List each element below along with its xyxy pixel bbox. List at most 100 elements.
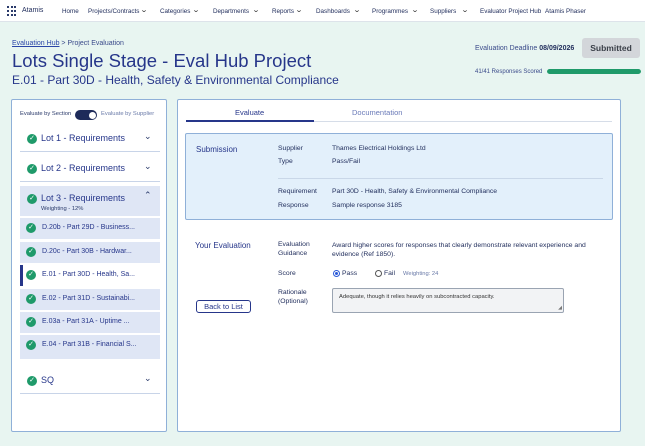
score-fail-radio[interactable] [375,270,382,277]
lot3-item[interactable]: ✓ D.20b - Part 29D - Business... [20,218,160,239]
chevron-down-icon[interactable]: ⌄ [144,131,152,142]
breadcrumb-current: Project Evaluation [67,40,124,47]
check-circle-icon: ✓ [26,317,36,327]
check-circle-icon: ✓ [27,376,37,386]
check-circle-icon: ✓ [26,247,36,257]
rationale-label-line2: (Optional) [278,298,308,305]
lot3-item-label: E.03a - Part 31A - Uptime ... [42,318,130,325]
page-subtitle: E.01 - Part 30D - Health, Safety & Envir… [12,73,339,87]
chevron-down-icon[interactable]: ⌄ [411,6,419,14]
lot3-item-label: D.20c - Part 30B - Hardwar... [42,248,132,255]
check-circle-icon: ✓ [27,164,37,174]
deadline-value: 08/09/2026 [539,45,575,52]
supplier-label: Supplier [278,145,303,152]
brand-name: Atamis [22,7,44,14]
tab-evaluate[interactable]: Evaluate [235,108,264,117]
toggle-label-section: Evaluate by Section [20,111,72,117]
submission-card: Submission Supplier Thames Electrical Ho… [185,133,613,220]
pass-label[interactable]: Pass [342,270,357,277]
breadcrumb: Evaluation Hub > Project Evaluation [12,40,124,47]
response-value: Sample response 3185 [332,202,402,209]
tab-documentation[interactable]: Documentation [352,108,402,117]
nav-categories[interactable]: Categories [160,8,190,15]
responses-scored: 41/41 Responses Scored [475,69,543,75]
nav-home[interactable]: Home [62,8,79,15]
lot3-item-label: D.20b - Part 29D - Business... [42,224,135,231]
nav-atamis-phaser[interactable]: Atamis Phaser [545,8,586,15]
chevron-down-icon[interactable]: ⌄ [192,6,200,14]
fail-label[interactable]: Fail [384,270,395,277]
lot3-item-label: E.01 - Part 30D - Health, Sa... [42,271,135,278]
sidebar-lot-sq[interactable]: ✓ SQ ⌄ [20,368,160,394]
toggle-knob [88,111,96,119]
guidance-label-line1: Evaluation [278,241,310,248]
breadcrumb-link-evaluation-hub[interactable]: Evaluation Hub [12,40,59,47]
lot3-item[interactable]: ✓ D.20c - Part 30B - Hardwar... [20,242,160,263]
requirement-value: Part 30D - Health, Safety & Environmenta… [332,188,498,195]
submission-divider [278,178,603,179]
check-circle-icon: ✓ [27,194,37,204]
lot-weighting: Weighting - 12% [41,206,84,212]
chevron-down-icon[interactable]: ⌄ [295,6,303,14]
lot3-item-active[interactable]: ✓ E.01 - Part 30D - Health, Sa... [20,265,160,286]
nav-dashboards[interactable]: Dashboards [316,8,350,15]
your-evaluation-title: Your Evaluation [195,241,251,250]
submission-title: Submission [196,145,238,154]
lot-label: Lot 2 - Requirements [41,163,126,173]
evaluate-mode-toggle[interactable] [75,110,97,120]
lot3-item[interactable]: ✓ E.04 - Part 31B - Financial S... [20,335,160,359]
check-circle-icon: ✓ [26,294,36,304]
type-label: Type [278,158,293,165]
lot3-item[interactable]: ✓ E.03a - Part 31A - Uptime ... [20,312,160,333]
chevron-down-icon[interactable]: ⌄ [140,6,148,14]
nav-evaluator-project-hub[interactable]: Evaluator Project Hub [480,8,541,15]
nav-programmes[interactable]: Programmes [372,8,408,15]
rationale-text: Adequate, though it relies heavily on su… [339,294,495,300]
resize-handle-icon[interactable]: ◢ [558,305,562,311]
sidebar-lot-3[interactable]: ✓ Lot 3 - Requirements Weighting - 12% ⌃ [20,186,160,216]
requirement-label: Requirement [278,188,317,195]
chevron-down-icon[interactable]: ⌄ [144,161,152,172]
score-pass-radio[interactable] [333,270,340,277]
top-nav: Atamis Home Projects/Contracts ⌄ Categor… [0,0,645,22]
lot-label: Lot 3 - Requirements [41,193,126,203]
check-circle-icon: ✓ [26,270,36,280]
lot3-item[interactable]: ✓ E.02 - Part 31D - Sustainabi... [20,289,160,310]
chevron-down-icon[interactable]: ⌄ [144,373,152,384]
chevron-up-icon[interactable]: ⌃ [144,190,152,201]
lot-label: Lot 1 - Requirements [41,133,126,143]
chevron-down-icon[interactable]: ⌄ [252,6,260,14]
evaluation-deadline: Evaluation Deadline 08/09/2026 [475,45,574,52]
back-to-list-button[interactable]: Back to List [196,300,251,313]
score-label: Score [278,270,296,277]
lot3-item-label: E.02 - Part 31D - Sustainabi... [42,295,135,302]
chevron-down-icon[interactable]: ⌄ [461,6,469,14]
section-sidebar: Evaluate by Section Evaluate by Supplier… [11,99,167,432]
toggle-label-supplier: Evaluate by Supplier [101,111,155,117]
nav-suppliers[interactable]: Suppliers [430,8,456,15]
response-label: Response [278,202,309,209]
sidebar-lot-2[interactable]: ✓ Lot 2 - Requirements ⌄ [20,156,160,182]
check-circle-icon: ✓ [26,223,36,233]
supplier-value: Thames Electrical Holdings Ltd [332,145,426,152]
nav-projects-contracts[interactable]: Projects/Contracts [88,8,139,15]
rationale-textarea[interactable]: Adequate, though it relies heavily on su… [332,288,564,313]
rationale-label-line1: Rationale [278,289,307,296]
lot3-item-label: E.04 - Part 31B - Financial S... [42,341,137,348]
submitted-button[interactable]: Submitted [582,38,640,58]
guidance-label-line2: Guidance [278,250,308,257]
app-launcher-icon[interactable] [7,6,17,16]
progress-fill [547,69,641,74]
type-value: Pass/Fail [332,158,360,165]
guidance-text: Award higher scores for responses that c… [332,242,586,258]
lot-label: SQ [41,375,55,385]
nav-reports[interactable]: Reports [272,8,294,15]
check-circle-icon: ✓ [27,134,37,144]
scoring-progress-bar [547,69,641,74]
nav-departments[interactable]: Departments [213,8,249,15]
active-tab-indicator [186,120,314,122]
chevron-down-icon[interactable]: ⌄ [353,6,361,14]
check-circle-icon: ✓ [26,340,36,350]
sidebar-lot-1[interactable]: ✓ Lot 1 - Requirements ⌄ [20,126,160,152]
evaluation-panel: Evaluate Documentation Submission Suppli… [177,99,621,432]
